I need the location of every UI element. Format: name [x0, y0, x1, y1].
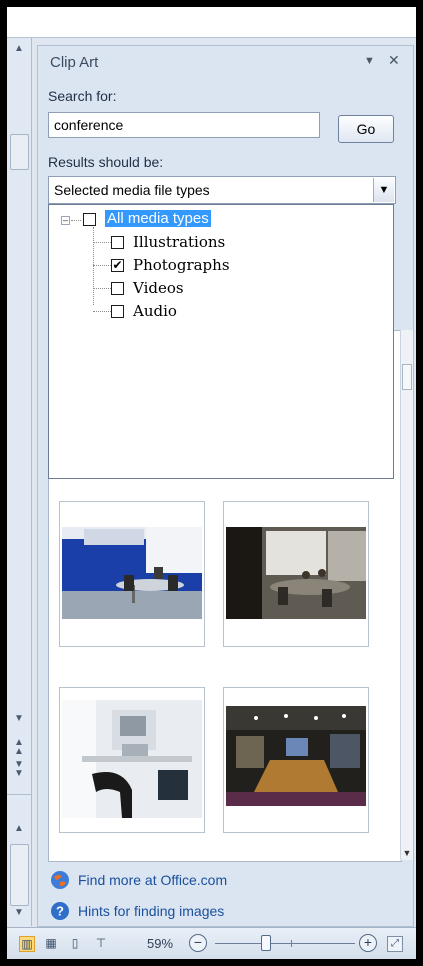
media-type-selected: Selected media file types [54, 182, 210, 198]
zoom-in-icon[interactable]: + [359, 934, 377, 952]
hints-link[interactable]: ? Hints for finding images [50, 901, 224, 923]
next-slide-icon[interactable]: ▼ ▼ [9, 760, 29, 779]
pane-scroll-thumb[interactable] [10, 844, 29, 906]
tree-connector [93, 227, 94, 305]
audio-checkbox[interactable] [111, 305, 124, 318]
photographs-checkbox[interactable]: ✔ [111, 259, 124, 272]
status-bar: ▥ ▦ ▯ ⊤ 59% − + ⤢ [7, 927, 416, 959]
results-scroll-thumb[interactable] [402, 364, 412, 390]
clip-art-pane: Clip Art ▼ ✕ Search for: Go Results shou… [37, 45, 414, 927]
illustrations-checkbox[interactable] [111, 236, 124, 249]
scroll-up-icon[interactable]: ▲ [9, 40, 29, 58]
collapse-icon[interactable]: – [61, 216, 70, 225]
tree-connector [93, 242, 111, 243]
office-computer-image [62, 700, 202, 818]
previous-slide-icon[interactable]: ▲ ▲ [9, 738, 29, 757]
pane-scroll-down-icon[interactable]: ▼ [9, 904, 29, 922]
media-type-dropdown[interactable]: – All media types Illustrations ✔ Photog… [48, 204, 394, 479]
conference-room-blue-image [62, 527, 202, 619]
top-bar [7, 7, 416, 38]
zoom-slider-tick [291, 940, 292, 947]
office-globe-icon [51, 871, 69, 889]
slide-sorter-icon[interactable]: ▦ [43, 936, 59, 952]
tree-connector [71, 220, 81, 221]
tree-connector [93, 288, 111, 289]
zoom-out-icon[interactable]: − [189, 934, 207, 952]
hints-label[interactable]: Hints for finding images [78, 903, 224, 919]
zoom-level[interactable]: 59% [147, 936, 173, 951]
illustrations-label: Illustrations [133, 233, 226, 251]
results-scrollbar[interactable]: ▼ [400, 330, 413, 860]
all-media-types-label: All media types [105, 210, 211, 227]
results-scroll-down-icon[interactable]: ▼ [401, 848, 413, 858]
slide-show-icon[interactable]: ⊤ [93, 936, 109, 952]
audio-label: Audio [133, 302, 177, 320]
results-filter-label: Results should be: [48, 154, 164, 170]
svg-text:?: ? [56, 904, 64, 919]
normal-view-icon[interactable]: ▥ [19, 936, 35, 952]
pane-title: Clip Art [50, 54, 99, 71]
zoom-slider-track[interactable] [215, 943, 355, 944]
reading-view-icon[interactable]: ▯ [67, 936, 83, 952]
scroll-thumb[interactable] [10, 134, 29, 170]
slide-scrollbar[interactable]: ▲ ▼ ▲ ▲ ▼ ▼ ▲ ▼ [7, 38, 32, 926]
find-more-link[interactable]: Find more at Office.com [50, 870, 227, 892]
close-icon[interactable]: ✕ [388, 52, 400, 69]
videos-label: Videos [133, 279, 184, 297]
find-more-label[interactable]: Find more at Office.com [78, 872, 227, 888]
pane-menu-icon[interactable]: ▼ [364, 55, 375, 67]
clip-thumbnail[interactable] [223, 501, 369, 647]
tree-connector [93, 265, 111, 266]
clip-thumbnail[interactable] [223, 687, 369, 833]
clip-thumbnail[interactable] [59, 687, 205, 833]
clip-thumbnail[interactable] [59, 501, 205, 647]
all-media-types-checkbox[interactable] [83, 213, 96, 226]
rail-divider [7, 794, 31, 795]
chevron-down-icon[interactable]: ▼ [373, 178, 394, 202]
zoom-slider-thumb[interactable] [261, 935, 271, 951]
pane-scroll-up-icon[interactable]: ▲ [9, 820, 29, 838]
tree-connector [93, 311, 111, 312]
videos-checkbox[interactable] [111, 282, 124, 295]
fit-to-window-icon[interactable]: ⤢ [387, 936, 403, 952]
search-label: Search for: [48, 88, 117, 104]
window: ▲ ▼ ▲▲ ▼▼ ▲ ▼ Clip Art ▼ ✕ Search for: G… [7, 7, 416, 959]
meeting-room-window-image [226, 527, 366, 619]
search-input[interactable] [48, 112, 320, 138]
boardroom-table-image [226, 706, 366, 806]
help-icon: ? [51, 902, 69, 920]
go-button[interactable]: Go [338, 115, 394, 143]
media-type-select[interactable]: Selected media file types ▼ [48, 176, 396, 204]
photographs-label: Photographs [133, 256, 230, 274]
scroll-down-icon[interactable]: ▼ [9, 710, 29, 728]
